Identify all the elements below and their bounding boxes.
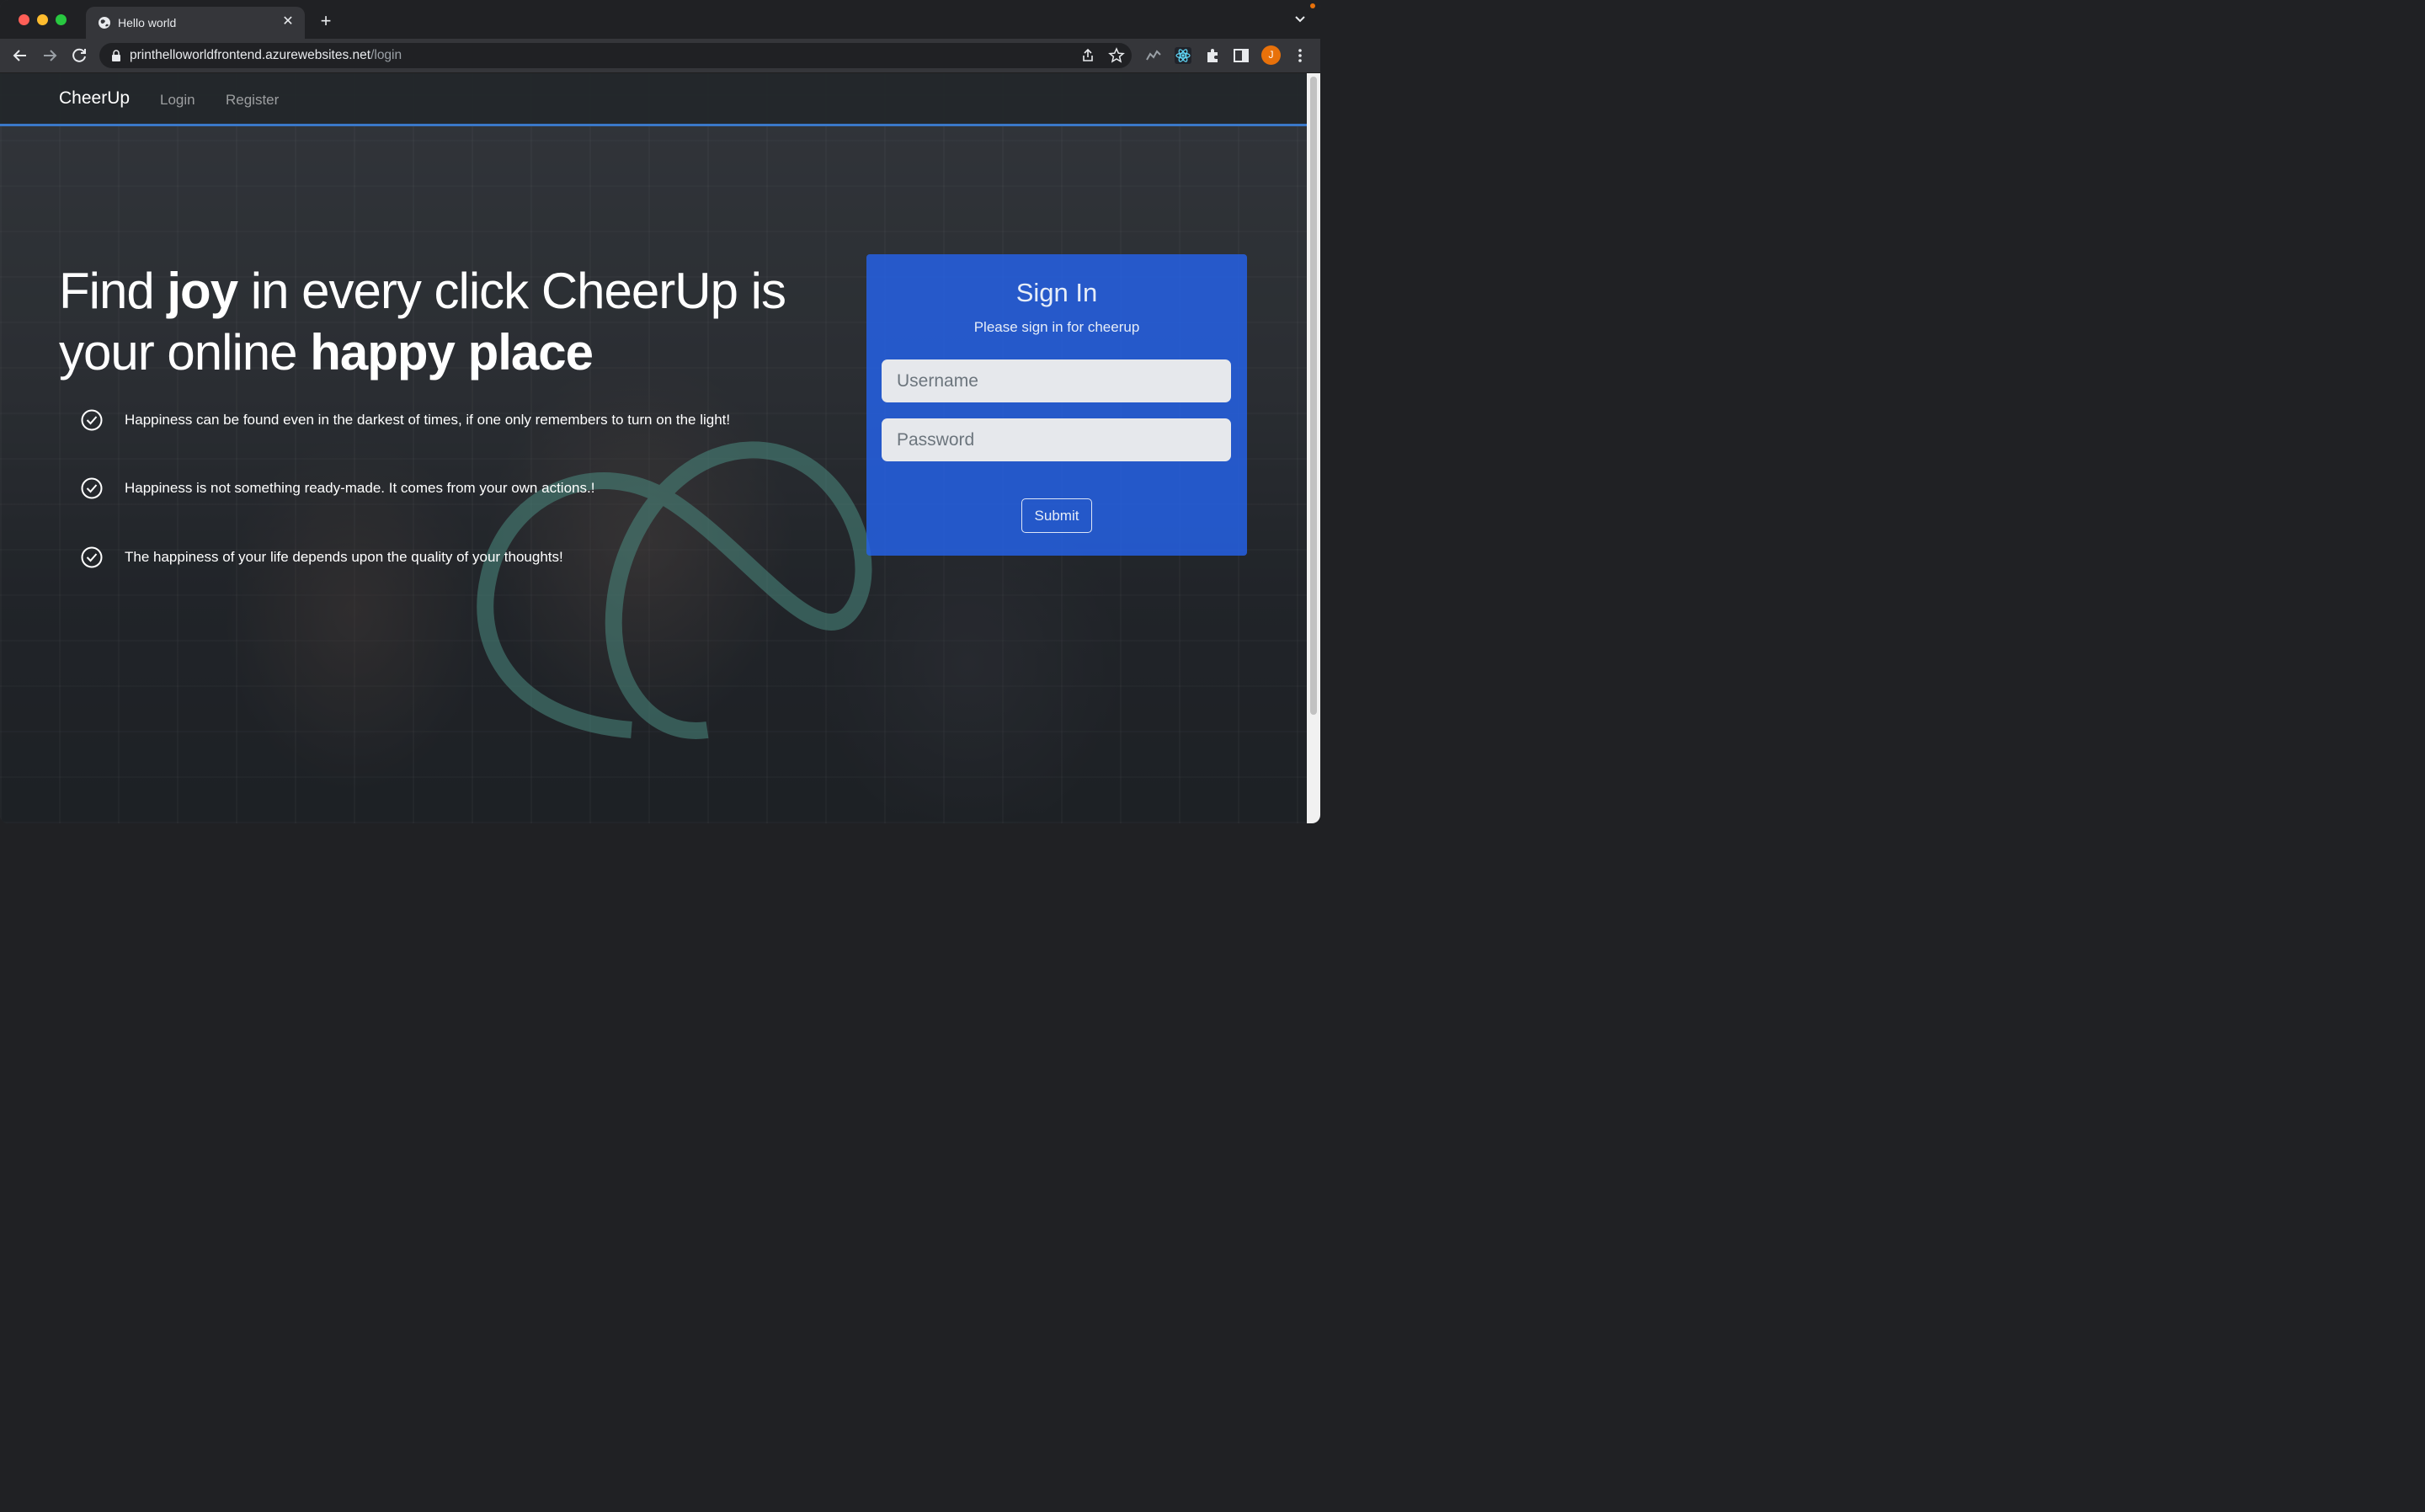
minimize-window-button[interactable] xyxy=(37,14,48,25)
tab-strip: Hello world ✕ + xyxy=(0,0,1320,39)
nav-register-link[interactable]: Register xyxy=(226,92,279,109)
browser-toolbar: printhelloworldfrontend.azurewebsites.ne… xyxy=(0,39,1320,73)
maximize-window-button[interactable] xyxy=(56,14,67,25)
background-logo-loop xyxy=(477,441,872,739)
notification-dot xyxy=(1310,3,1315,8)
bookmark-star-icon[interactable] xyxy=(1108,47,1125,64)
check-circle-icon xyxy=(81,409,103,431)
site-navbar: CheerUp Login Register xyxy=(0,73,1307,126)
globe-icon xyxy=(99,17,110,29)
reload-icon[interactable] xyxy=(69,45,89,66)
active-tab[interactable]: Hello world ✕ xyxy=(86,7,305,39)
extensions-puzzle-icon[interactable] xyxy=(1204,47,1221,64)
username-input[interactable] xyxy=(882,359,1231,402)
feature-text: Happiness is not something ready-made. I… xyxy=(125,480,595,496)
check-circle-icon xyxy=(81,546,103,568)
brand-link[interactable]: CheerUp xyxy=(59,88,130,109)
password-input[interactable] xyxy=(882,418,1231,461)
feature-text: Happiness can be found even in the darke… xyxy=(125,412,731,428)
chevron-down-icon[interactable] xyxy=(1293,12,1307,25)
close-window-button[interactable] xyxy=(19,14,29,25)
sign-in-card: Sign In Please sign in for cheerup Submi… xyxy=(866,254,1247,556)
new-tab-icon[interactable]: + xyxy=(317,12,335,30)
back-arrow-icon[interactable] xyxy=(10,45,30,66)
metrics-extension-icon[interactable] xyxy=(1145,47,1162,64)
more-vert-icon[interactable] xyxy=(1292,47,1308,64)
address-bar[interactable]: printhelloworldfrontend.azurewebsites.ne… xyxy=(99,43,1132,68)
sign-in-subtitle: Please sign in for cheerup xyxy=(973,319,1140,335)
profile-avatar[interactable]: J xyxy=(1261,45,1281,65)
react-devtools-icon[interactable] xyxy=(1175,47,1191,64)
side-panel-icon[interactable] xyxy=(1233,47,1250,64)
lock-icon[interactable] xyxy=(111,50,121,61)
submit-button[interactable]: Submit xyxy=(1021,498,1092,533)
share-icon[interactable] xyxy=(1079,47,1096,64)
page-viewport: CheerUp Login Register Find joy in every… xyxy=(0,73,1307,823)
check-circle-icon xyxy=(81,477,103,499)
sign-in-title: Sign In xyxy=(1015,278,1098,307)
hero-title: Find joy in every click CheerUp is your … xyxy=(59,263,786,381)
forward-arrow-icon[interactable] xyxy=(40,45,60,66)
page-scrollbar[interactable] xyxy=(1307,73,1320,823)
feature-text: The happiness of your life depends upon … xyxy=(125,549,563,565)
nav-login-link[interactable]: Login xyxy=(160,92,195,109)
url-text[interactable]: printhelloworldfrontend.azurewebsites.ne… xyxy=(130,48,402,63)
tab-title: Hello world xyxy=(118,16,177,29)
tab-close-icon[interactable]: ✕ xyxy=(280,13,296,30)
browser-window: Hello world ✕ + printhelloworldfrontend.… xyxy=(0,0,1320,823)
scrollbar-thumb[interactable] xyxy=(1310,77,1317,715)
